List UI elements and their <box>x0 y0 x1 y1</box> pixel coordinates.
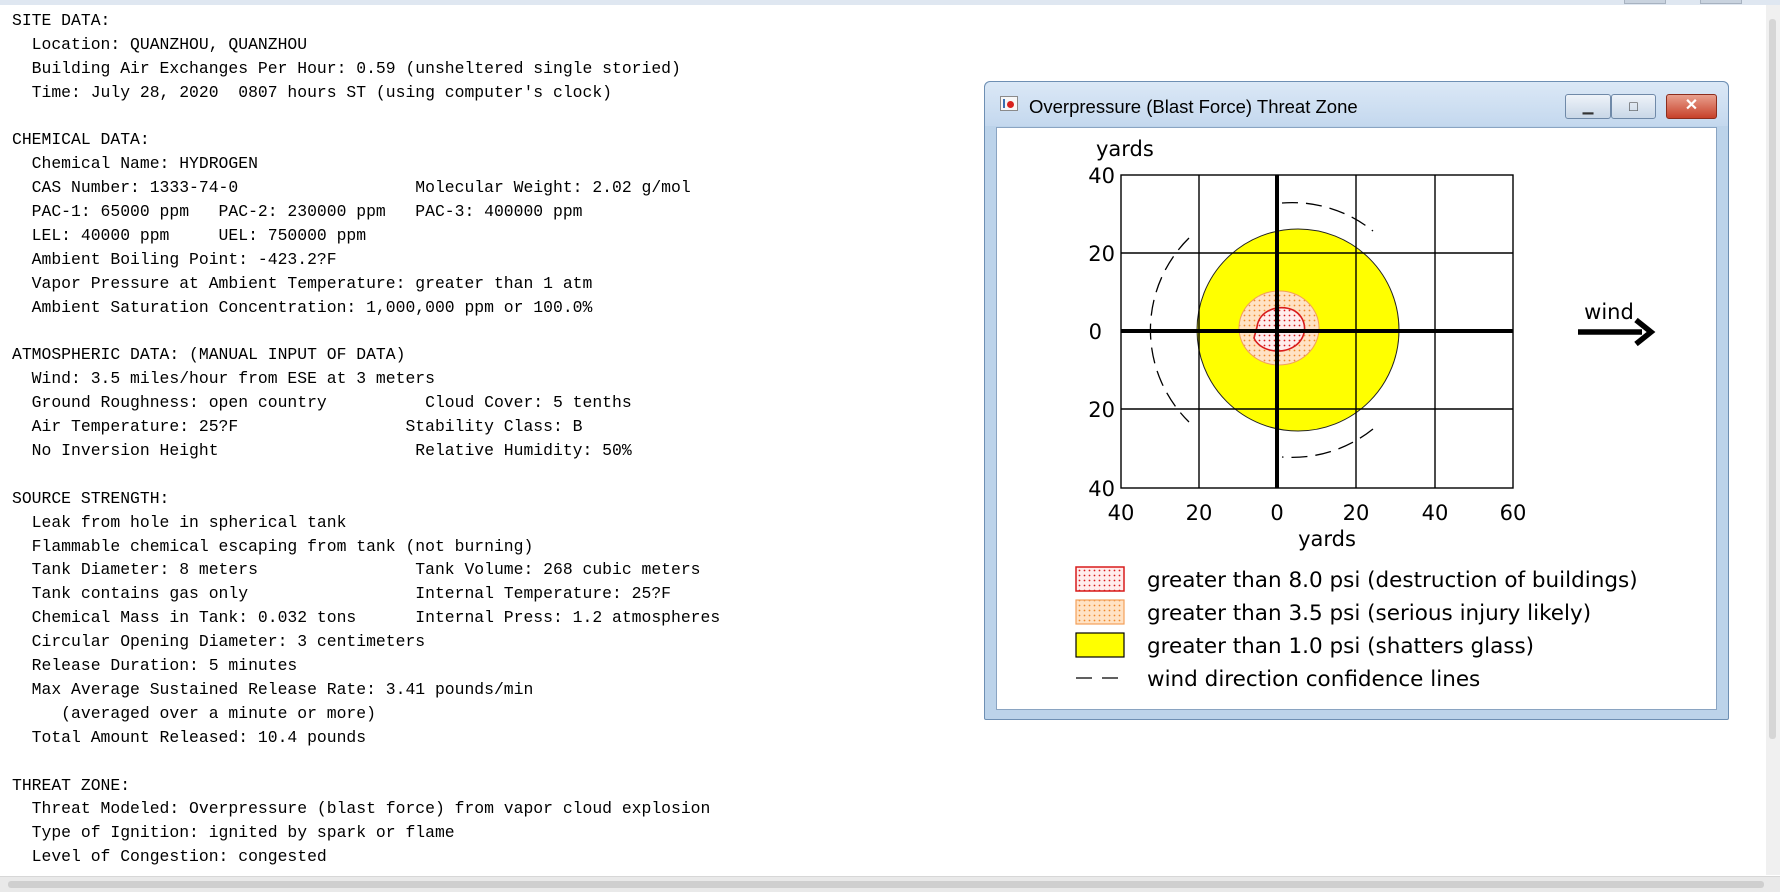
wind-confidence-line-lower <box>1281 428 1374 459</box>
report-line <box>12 750 720 774</box>
legend-swatch-1psi <box>1075 632 1125 658</box>
report-line: No Inversion Height Relative Humidity: 5… <box>12 441 632 461</box>
report-line: SITE DATA: <box>12 11 111 30</box>
report-line: Ambient Boiling Point: -423.2?F <box>12 249 337 269</box>
report-line: Level of Congestion: congested <box>12 847 327 867</box>
threat-zone-plot: yards 40 20 0 20 40 40 20 0 20 40 60 yar… <box>1075 137 1656 692</box>
report-line: Ground Roughness: open country Cloud Cov… <box>12 393 632 413</box>
x-tick-label: 40 <box>1108 501 1135 525</box>
report-line: (averaged over a minute or more) <box>12 703 376 723</box>
report-line: CHEMICAL DATA: <box>12 130 150 150</box>
report-line <box>12 463 720 487</box>
window-title: Overpressure (Blast Force) Threat Zone <box>1029 96 1358 117</box>
report-line: PAC-1: 65000 ppm PAC-2: 230000 ppm PAC-3… <box>12 202 583 222</box>
x-tick-label: 20 <box>1186 501 1213 525</box>
vertical-scrollbar-thumb[interactable] <box>1769 19 1776 739</box>
report-line <box>12 320 720 344</box>
x-tick-labels: 40 20 0 20 40 60 <box>1108 501 1527 525</box>
wind-confidence-line-upper <box>1281 201 1374 232</box>
report-line: CAS Number: 1333-74-0 Molecular Weight: … <box>12 178 691 198</box>
y-tick-label: 40 <box>1088 164 1115 188</box>
top-frame-button[interactable] <box>1700 0 1742 4</box>
report-line: Leak from hole in spherical tank <box>12 512 347 532</box>
legend-swatch-3-5psi <box>1075 599 1125 625</box>
legend-swatch-8psi <box>1075 566 1125 592</box>
y-tick-labels: 40 20 0 20 40 <box>1088 164 1115 501</box>
report-line: Location: QUANZHOU, QUANZHOU <box>12 34 308 54</box>
horizontal-scrollbar-thumb[interactable] <box>8 881 1764 888</box>
legend-label: greater than 8.0 psi (destruction of bui… <box>1147 568 1638 593</box>
window-titlebar[interactable]: Overpressure (Blast Force) Threat Zone ▁… <box>985 82 1728 126</box>
report-line: Time: July 28, 2020 0807 hours ST (using… <box>12 82 612 102</box>
report-line: Type of Ignition: ignited by spark or fl… <box>12 823 455 843</box>
report-line: Tank Diameter: 8 meters Tank Volume: 268… <box>12 560 701 580</box>
report-line: ATMOSPHERIC DATA: (MANUAL INPUT OF DATA) <box>12 345 406 365</box>
report-line: Chemical Name: HYDROGEN <box>12 154 258 174</box>
top-frame-button[interactable] <box>1624 0 1666 4</box>
x-tick-label: 40 <box>1422 501 1449 525</box>
y-tick-label: 0 <box>1089 320 1102 344</box>
report-line: Tank contains gas only Internal Temperat… <box>12 584 672 604</box>
app-icon <box>1000 96 1018 111</box>
report-line: THREAT ZONE: <box>12 775 131 795</box>
horizontal-scrollbar[interactable] <box>0 876 1780 892</box>
top-window-frame <box>0 0 1780 5</box>
report-line: Release Duration: 5 minutes <box>12 656 298 676</box>
report-line: Chemical Mass in Tank: 0.032 tons Intern… <box>12 608 721 628</box>
report-line: Flammable chemical escaping from tank (n… <box>12 536 534 556</box>
legend-label: greater than 1.0 psi (shatters glass) <box>1147 634 1534 659</box>
threat-zone-plot-area: yards 40 20 0 20 40 40 20 0 20 40 60 yar… <box>996 127 1717 710</box>
legend-label: wind direction confidence lines <box>1147 667 1480 692</box>
minimize-button[interactable]: ▁ <box>1565 94 1611 119</box>
close-button[interactable]: ✕ <box>1666 94 1717 119</box>
legend-label: greater than 3.5 psi (serious injury lik… <box>1147 601 1591 626</box>
report-line: Threat Modeled: Overpressure (blast forc… <box>12 799 711 819</box>
report-line: Ambient Saturation Concentration: 1,000,… <box>12 297 593 317</box>
threat-zone-window[interactable]: Overpressure (Blast Force) Threat Zone ▁… <box>984 81 1729 720</box>
report-line: LEL: 40000 ppm UEL: 750000 ppm <box>12 226 367 246</box>
report-line: Vapor Pressure at Ambient Temperature: g… <box>12 273 593 293</box>
report-line: Wind: 3.5 miles/hour from ESE at 3 meter… <box>12 369 435 389</box>
y-axis-unit-label: yards <box>1096 137 1154 161</box>
x-tick-label: 60 <box>1500 501 1527 525</box>
plot-axes <box>1121 175 1513 488</box>
x-tick-label: 20 <box>1343 501 1370 525</box>
report-line: Total Amount Released: 10.4 pounds <box>12 727 367 747</box>
report-line <box>12 105 720 129</box>
report-line: SOURCE STRENGTH: <box>12 488 170 508</box>
x-tick-label: 0 <box>1270 501 1283 525</box>
x-axis-unit-label: yards <box>1298 527 1356 551</box>
y-tick-label: 40 <box>1088 477 1115 501</box>
maximize-button[interactable]: □ <box>1611 94 1656 119</box>
y-tick-label: 20 <box>1088 398 1115 422</box>
report-line: Building Air Exchanges Per Hour: 0.59 (u… <box>12 58 681 78</box>
y-tick-label: 20 <box>1088 242 1115 266</box>
wind-label: wind <box>1584 300 1634 324</box>
legend: greater than 8.0 psi (destruction of bui… <box>1075 566 1638 692</box>
vertical-scrollbar[interactable] <box>1766 5 1780 875</box>
text-summary-report: SITE DATA: Location: QUANZHOU, QUANZHOU … <box>12 9 720 869</box>
report-line: Max Average Sustained Release Rate: 3.41… <box>12 679 534 699</box>
report-line: Air Temperature: 25?F Stability Class: B <box>12 417 583 437</box>
report-line: Circular Opening Diameter: 3 centimeters <box>12 632 426 652</box>
